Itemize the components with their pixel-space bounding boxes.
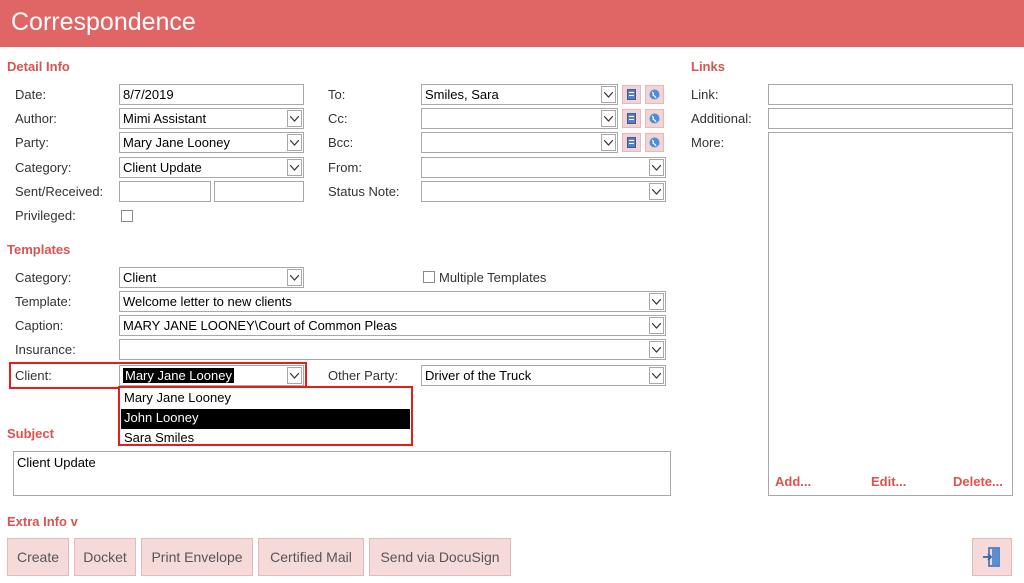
subject-heading: Subject — [7, 426, 54, 441]
template-category-label: Category: — [15, 270, 72, 285]
subject-textarea[interactable]: Client Update — [13, 451, 671, 496]
client-option[interactable]: Mary Jane Looney — [121, 389, 410, 409]
additional-label: Additional: — [691, 111, 752, 126]
privileged-checkbox[interactable] — [121, 210, 133, 222]
insurance-select[interactable] — [119, 339, 666, 360]
docket-button[interactable]: Docket — [74, 538, 136, 576]
to-select[interactable]: Smiles, Sara — [421, 84, 618, 105]
status-note-label: Status Note: — [328, 184, 400, 199]
category-value: Client Update — [123, 160, 202, 175]
link-label: Link: — [691, 87, 719, 102]
chevron-down-icon[interactable] — [287, 159, 302, 176]
template-label: Template: — [15, 294, 72, 309]
templates-heading: Templates — [7, 242, 71, 257]
more-list[interactable] — [768, 132, 1013, 496]
insurance-label: Insurance: — [15, 342, 76, 357]
client-label: Client: — [15, 368, 52, 383]
to-label: To: — [328, 87, 346, 102]
print-envelope-button[interactable]: Print Envelope — [141, 538, 253, 576]
date-label: Date: — [15, 87, 47, 102]
client-value: Mary Jane Looney — [123, 368, 234, 383]
additional-field[interactable] — [768, 108, 1013, 129]
send-docusign-button[interactable]: Send via DocuSign — [369, 538, 511, 576]
template-category-value: Client — [123, 270, 157, 285]
caption-select[interactable]: MARY JANE LOONEY\Court of Common Pleas — [119, 315, 666, 336]
other-party-label: Other Party: — [328, 368, 399, 383]
to-value: Smiles, Sara — [425, 87, 499, 102]
multiple-templates-checkbox[interactable] — [423, 271, 435, 283]
client-option[interactable]: Sara Smiles — [121, 429, 410, 449]
chevron-down-icon[interactable] — [287, 134, 302, 151]
address-book-icon[interactable] — [622, 109, 641, 128]
address-book-icon[interactable] — [622, 85, 641, 104]
category-label: Category: — [15, 160, 72, 175]
detail-info-heading: Detail Info — [7, 59, 70, 74]
category-select[interactable]: Client Update — [119, 157, 304, 178]
more-label: More: — [691, 135, 725, 150]
chevron-down-icon[interactable] — [649, 317, 664, 334]
window-title: Correspondence — [11, 8, 196, 36]
multiple-templates-label: Multiple Templates — [439, 270, 547, 285]
chevron-down-icon[interactable] — [601, 86, 616, 103]
from-label: From: — [328, 160, 362, 175]
globe-icon[interactable] — [645, 109, 664, 128]
link-field[interactable] — [768, 84, 1013, 105]
client-select[interactable]: Mary Jane Looney — [119, 365, 304, 386]
chevron-down-icon[interactable] — [649, 341, 664, 358]
bcc-select[interactable] — [421, 132, 618, 153]
author-value: Mimi Assistant — [123, 111, 207, 126]
globe-icon[interactable] — [645, 133, 664, 152]
exit-door-icon[interactable] — [972, 538, 1012, 576]
bcc-label: Bcc: — [328, 135, 354, 150]
caption-label: Caption: — [15, 318, 64, 333]
template-select[interactable]: Welcome letter to new clients — [119, 291, 666, 312]
party-select[interactable]: Mary Jane Looney — [119, 132, 304, 153]
client-dropdown-list: Mary Jane Looney John Looney Sara Smiles — [118, 386, 413, 446]
status-note-select[interactable] — [421, 181, 666, 202]
client-option-highlighted[interactable]: John Looney — [121, 409, 410, 429]
chevron-down-icon[interactable] — [287, 269, 302, 286]
chevron-down-icon[interactable] — [649, 367, 664, 384]
links-heading: Links — [691, 59, 725, 74]
add-link-button[interactable]: Add... — [775, 474, 811, 489]
cc-select[interactable] — [421, 108, 618, 129]
received-field[interactable] — [214, 181, 304, 202]
sent-received-label: Sent/Received: — [15, 184, 104, 199]
create-button[interactable]: Create — [7, 538, 69, 576]
caption-value: MARY JANE LOONEY\Court of Common Pleas — [123, 318, 398, 333]
certified-mail-button[interactable]: Certified Mail — [258, 538, 364, 576]
chevron-down-icon[interactable] — [649, 293, 664, 310]
other-party-select[interactable]: Driver of the Truck — [421, 365, 666, 386]
author-label: Author: — [15, 111, 57, 126]
chevron-down-icon[interactable] — [601, 134, 616, 151]
extra-info-toggle[interactable]: Extra Info v — [7, 514, 78, 529]
privileged-label: Privileged: — [15, 208, 76, 223]
chevron-down-icon[interactable] — [649, 159, 664, 176]
from-select[interactable] — [421, 157, 666, 178]
globe-icon[interactable] — [645, 85, 664, 104]
cc-label: Cc: — [328, 111, 348, 126]
template-category-select[interactable]: Client — [119, 267, 304, 288]
author-select[interactable]: Mimi Assistant — [119, 108, 304, 129]
chevron-down-icon[interactable] — [601, 110, 616, 127]
other-party-value: Driver of the Truck — [425, 368, 532, 383]
sent-field[interactable] — [119, 181, 211, 202]
chevron-down-icon[interactable] — [649, 183, 664, 200]
edit-link-button[interactable]: Edit... — [871, 474, 906, 489]
template-value: Welcome letter to new clients — [123, 294, 292, 309]
date-field[interactable]: 8/7/2019 — [119, 84, 304, 105]
address-book-icon[interactable] — [622, 133, 641, 152]
chevron-down-icon[interactable] — [287, 110, 302, 127]
delete-link-button[interactable]: Delete... — [953, 474, 1003, 489]
party-value: Mary Jane Looney — [123, 135, 230, 150]
party-label: Party: — [15, 135, 49, 150]
chevron-down-icon[interactable] — [287, 367, 302, 384]
